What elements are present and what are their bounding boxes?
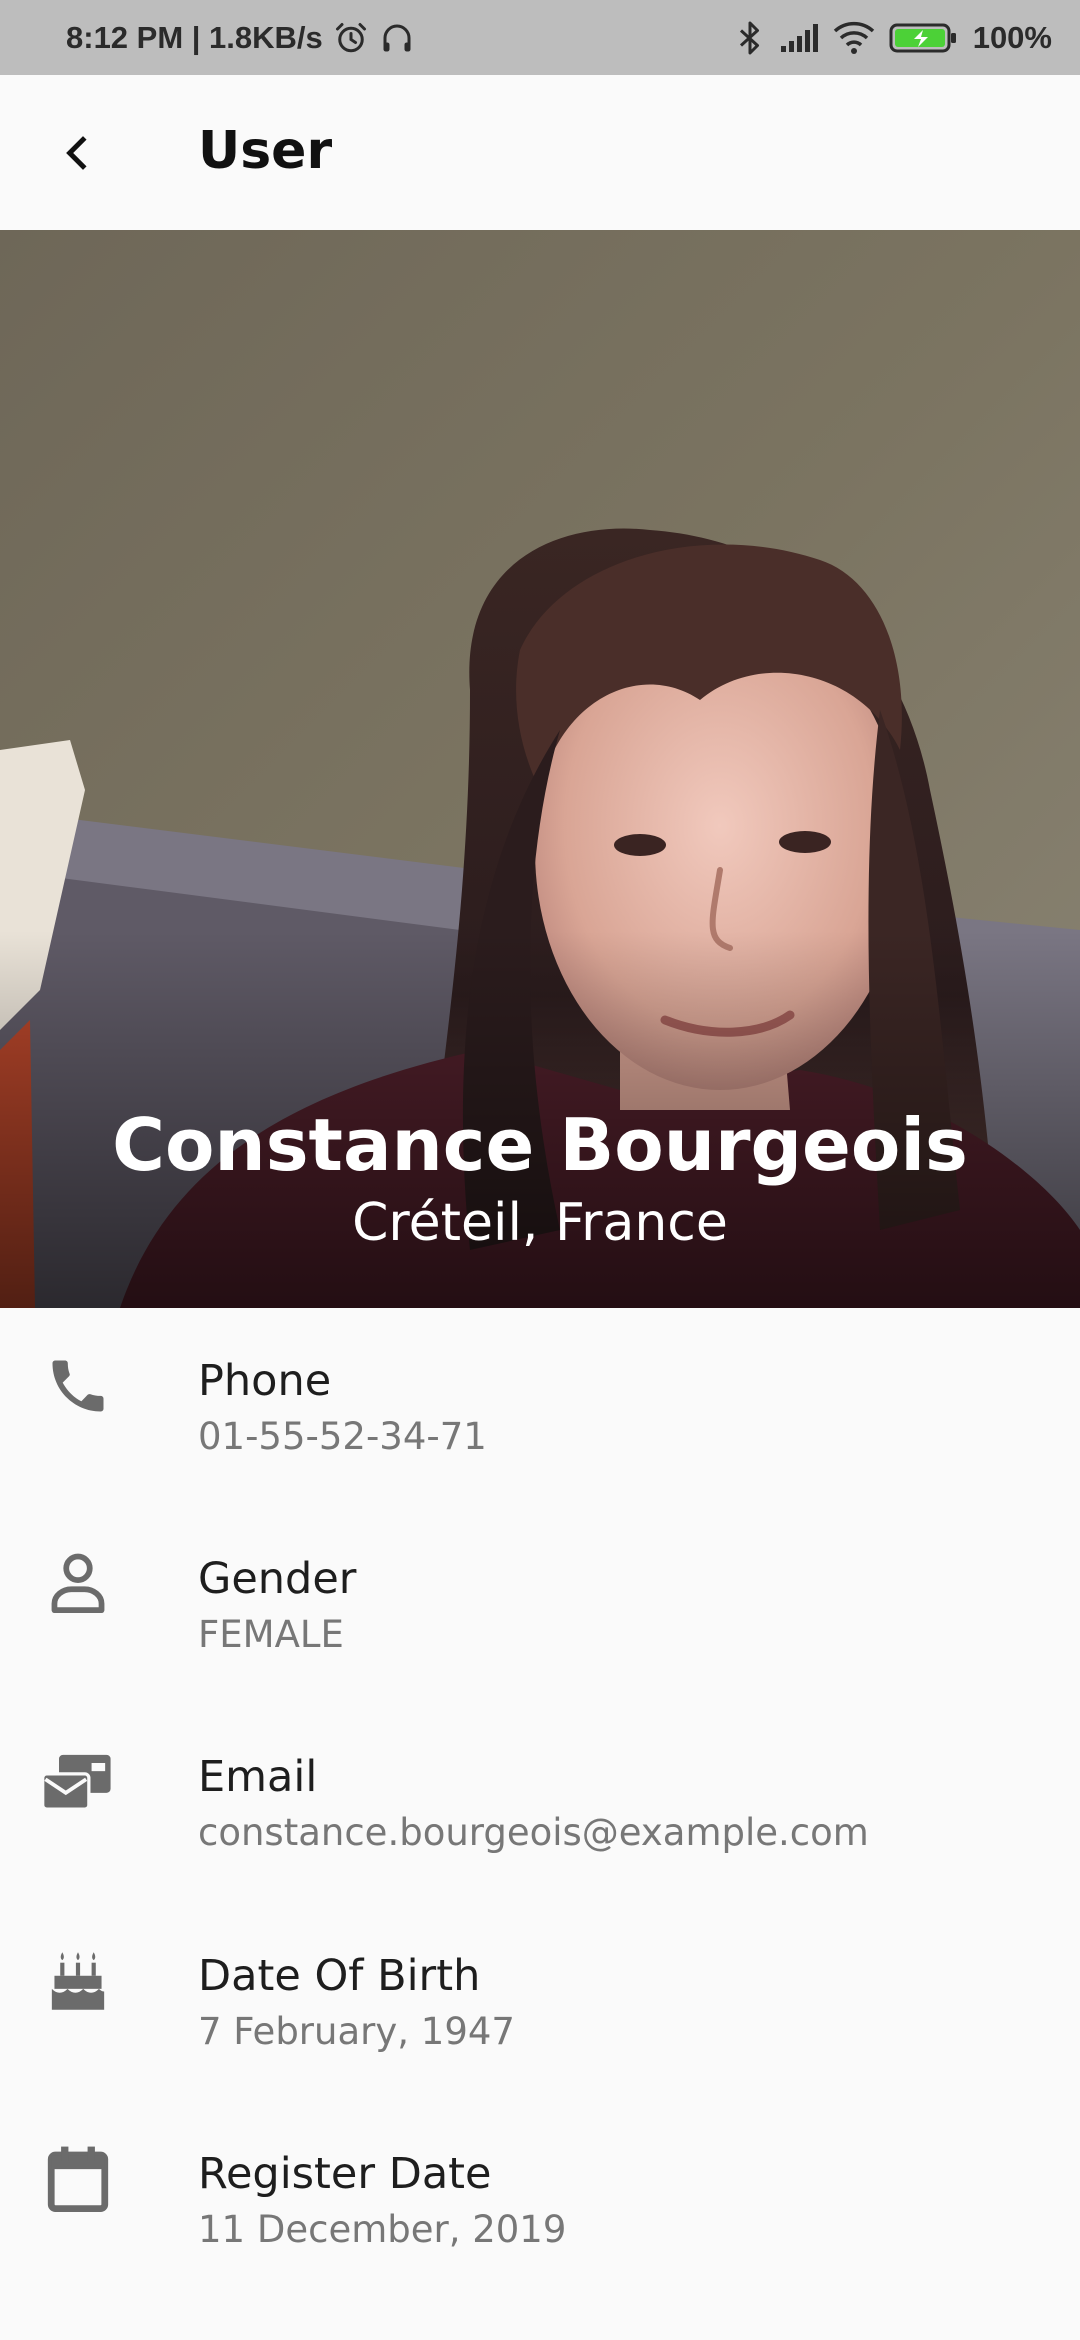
detail-value: constance.bourgeois@example.com bbox=[198, 1811, 869, 1854]
profile-hero: Constance Bourgeois Créteil, France bbox=[0, 230, 1080, 1308]
profile-location: Créteil, France bbox=[352, 1193, 728, 1253]
detail-value: FEMALE bbox=[198, 1613, 344, 1656]
detail-date-of-birth[interactable]: Date Of Birth 7 February, 1947 bbox=[0, 1903, 1080, 2073]
detail-phone[interactable]: Phone 01-55-52-34-71 bbox=[0, 1308, 1080, 1478]
birthday-cake-icon bbox=[40, 1943, 116, 2019]
battery-charging-icon bbox=[889, 21, 959, 55]
mail-stack-icon bbox=[40, 1744, 116, 1820]
detail-value: 7 February, 1947 bbox=[198, 2010, 515, 2053]
detail-label: Date Of Birth bbox=[198, 1951, 481, 2001]
detail-value: 01-55-52-34-71 bbox=[198, 1415, 487, 1458]
detail-gender[interactable]: Gender FEMALE bbox=[0, 1506, 1080, 1676]
detail-label: Gender bbox=[198, 1554, 357, 1604]
bluetooth-icon bbox=[735, 20, 765, 56]
signal-icon bbox=[779, 22, 819, 54]
profile-name: Constance Bourgeois bbox=[112, 1103, 968, 1187]
battery-percent: 100% bbox=[972, 19, 1052, 55]
page-title: User bbox=[198, 121, 333, 181]
headphones-icon bbox=[379, 20, 415, 56]
detail-label: Register Date bbox=[198, 2149, 492, 2199]
app-bar: User bbox=[0, 75, 1080, 231]
alarm-icon bbox=[333, 20, 369, 56]
detail-label: Phone bbox=[198, 1356, 332, 1406]
detail-value: 11 December, 2019 bbox=[198, 2208, 567, 2251]
status-left: 8:12 PM | 1.8KB/s bbox=[66, 0, 415, 75]
calendar-icon bbox=[40, 2141, 116, 2217]
user-outline-icon bbox=[40, 1546, 116, 1622]
phone-icon bbox=[40, 1348, 116, 1424]
detail-register-date[interactable]: Register Date 11 December, 2019 bbox=[0, 2101, 1080, 2271]
status-bar: 8:12 PM | 1.8KB/s 100% bbox=[0, 0, 1080, 75]
user-detail-screen: 8:12 PM | 1.8KB/s 100% User Constance Bo… bbox=[0, 0, 1080, 2340]
wifi-icon bbox=[833, 21, 875, 55]
status-right: 100% bbox=[735, 0, 1052, 75]
detail-email[interactable]: Email constance.bourgeois@example.com bbox=[0, 1704, 1080, 1874]
chevron-left-icon bbox=[58, 133, 98, 173]
status-time: 8:12 PM | 1.8KB/s bbox=[66, 19, 323, 55]
back-button[interactable] bbox=[38, 113, 118, 193]
detail-label: Email bbox=[198, 1752, 318, 1802]
